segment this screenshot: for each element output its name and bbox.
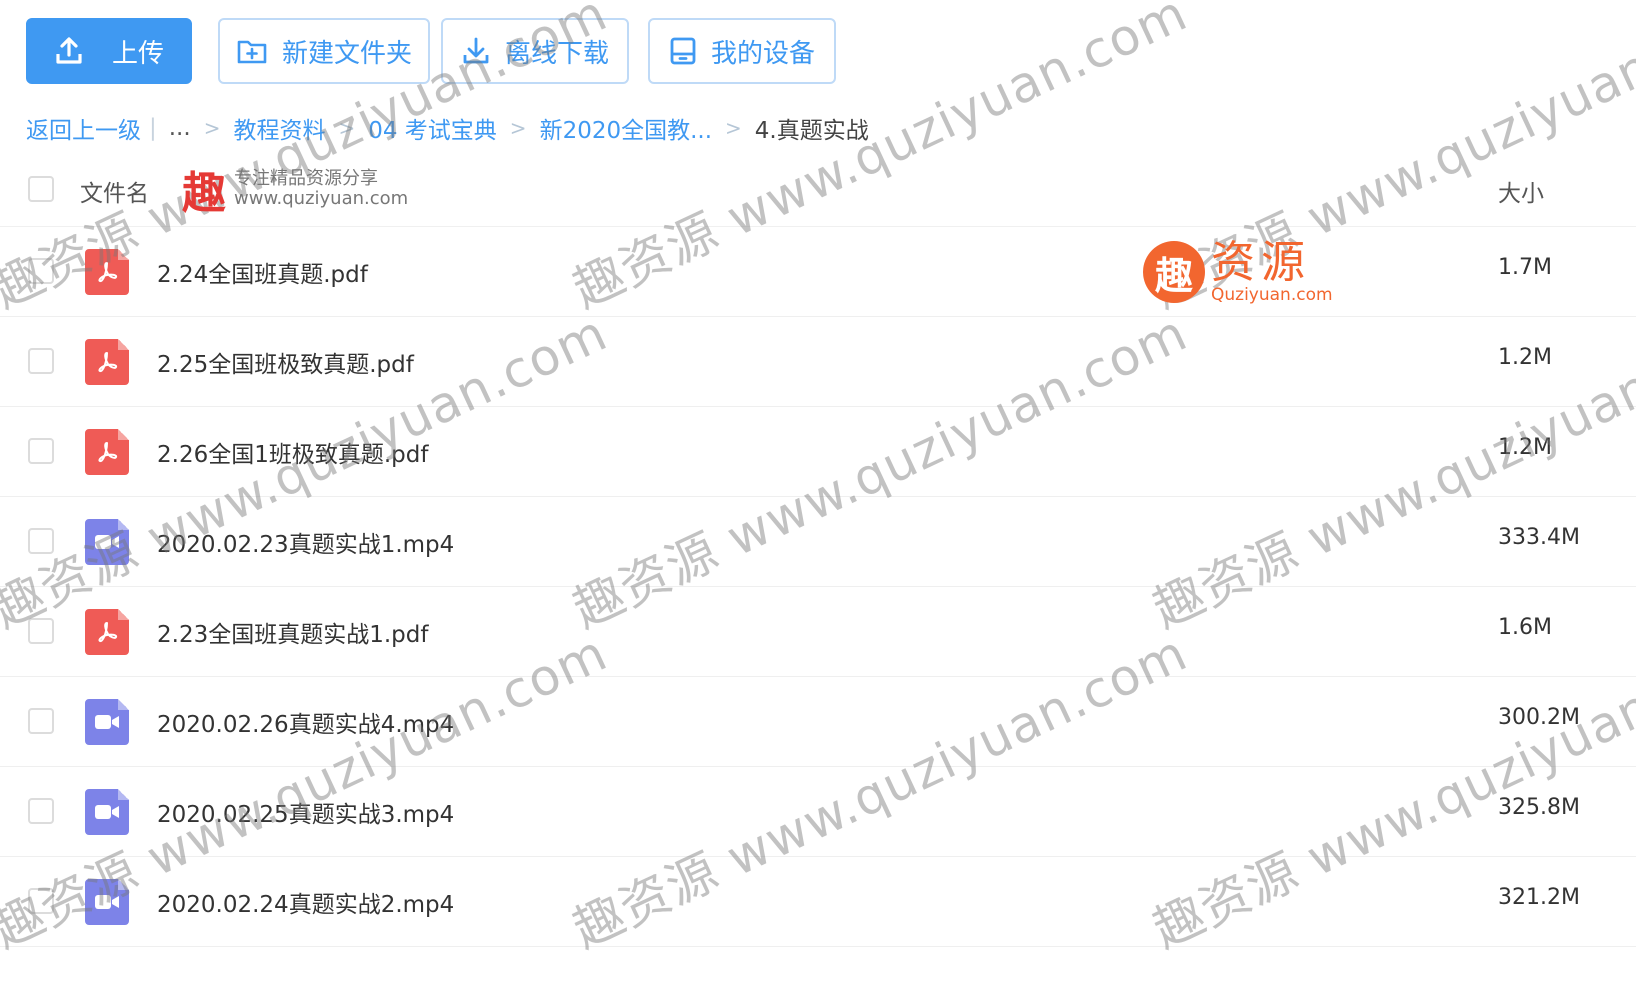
row-checkbox[interactable]	[28, 618, 54, 644]
file-row[interactable]: 2020.02.23真题实战1.mp4 333.4M	[0, 497, 1636, 587]
breadcrumb-divider: |	[149, 115, 157, 141]
chevron-right-icon: >	[338, 116, 356, 140]
upload-icon	[54, 36, 84, 66]
breadcrumb-item[interactable]: 04 考试宝典	[368, 111, 497, 145]
file-size: 1.2M	[1498, 435, 1552, 460]
video-file-icon	[85, 789, 129, 835]
row-checkbox[interactable]	[28, 528, 54, 554]
chevron-right-icon: >	[509, 116, 527, 140]
select-all-checkbox[interactable]	[28, 176, 54, 202]
file-size: 325.8M	[1498, 795, 1580, 820]
file-name[interactable]: 2020.02.25真题实战3.mp4	[157, 795, 454, 829]
file-row[interactable]: 2.23全国班真题实战1.pdf 1.6M	[0, 587, 1636, 677]
file-row[interactable]: 2.25全国班极致真题.pdf 1.2M	[0, 317, 1636, 407]
row-checkbox[interactable]	[28, 888, 54, 914]
pdf-file-icon	[85, 249, 129, 295]
file-name[interactable]: 2.26全国1班极致真题.pdf	[157, 435, 428, 469]
file-row[interactable]: 2.26全国1班极致真题.pdf 1.2M	[0, 407, 1636, 497]
row-checkbox[interactable]	[28, 708, 54, 734]
upload-label: 上传	[111, 38, 164, 69]
device-icon	[669, 36, 697, 66]
file-name[interactable]: 2020.02.23真题实战1.mp4	[157, 525, 454, 559]
download-icon	[461, 36, 491, 66]
back-link[interactable]: 返回上一级	[26, 111, 141, 145]
breadcrumb-current: 4.真题实战	[754, 118, 869, 144]
file-row[interactable]: 2020.02.24真题实战2.mp4 321.2M	[0, 857, 1636, 947]
pdf-file-icon	[85, 609, 129, 655]
file-size: 300.2M	[1498, 705, 1580, 730]
offline-download-button[interactable]: 离线下载	[441, 18, 629, 84]
video-file-icon	[85, 879, 129, 925]
breadcrumb-item[interactable]: 新2020全国教...	[540, 111, 712, 145]
my-devices-label: 我的设备	[710, 38, 815, 69]
video-file-icon	[85, 519, 129, 565]
breadcrumb-ellipsis[interactable]: ...	[169, 115, 191, 141]
folder-plus-icon	[236, 36, 268, 66]
file-row[interactable]: 2020.02.26真题实战4.mp4 300.2M	[0, 677, 1636, 767]
new-folder-button[interactable]: 新建文件夹	[218, 18, 430, 84]
upload-button[interactable]: 上传	[26, 18, 192, 84]
file-row[interactable]: 2020.02.25真题实战3.mp4 325.8M	[0, 767, 1636, 857]
row-checkbox[interactable]	[28, 258, 54, 284]
offline-download-label: 离线下载	[504, 38, 609, 69]
file-name[interactable]: 2.24全国班真题.pdf	[157, 255, 368, 289]
list-header: 文件名 大小	[0, 152, 1636, 227]
file-size: 333.4M	[1498, 525, 1580, 550]
file-row[interactable]: 2.24全国班真题.pdf 1.7M	[0, 227, 1636, 317]
chevron-right-icon: >	[725, 116, 742, 140]
file-name[interactable]: 2.23全国班真题实战1.pdf	[157, 615, 428, 649]
chevron-right-icon: >	[203, 116, 221, 140]
row-checkbox[interactable]	[28, 438, 54, 464]
new-folder-label: 新建文件夹	[281, 38, 412, 69]
file-size: 1.2M	[1498, 345, 1552, 370]
file-size: 1.6M	[1498, 615, 1552, 640]
row-checkbox[interactable]	[28, 348, 54, 374]
file-name[interactable]: 2020.02.26真题实战4.mp4	[157, 705, 454, 739]
breadcrumb: 返回上一级 | ... > 教程资料 > 04 考试宝典 > 新2020全国教.…	[26, 108, 869, 148]
pdf-file-icon	[85, 339, 129, 385]
my-devices-button[interactable]: 我的设备	[648, 18, 836, 84]
file-size: 321.2M	[1498, 885, 1580, 910]
column-header-size[interactable]: 大小	[1498, 174, 1544, 208]
file-name[interactable]: 2020.02.24真题实战2.mp4	[157, 885, 454, 919]
row-checkbox[interactable]	[28, 798, 54, 824]
pdf-file-icon	[85, 429, 129, 475]
file-size: 1.7M	[1498, 255, 1552, 280]
file-name[interactable]: 2.25全国班极致真题.pdf	[157, 345, 414, 379]
video-file-icon	[85, 699, 129, 745]
breadcrumb-item[interactable]: 教程资料	[233, 111, 325, 145]
column-header-name[interactable]: 文件名	[80, 174, 149, 208]
